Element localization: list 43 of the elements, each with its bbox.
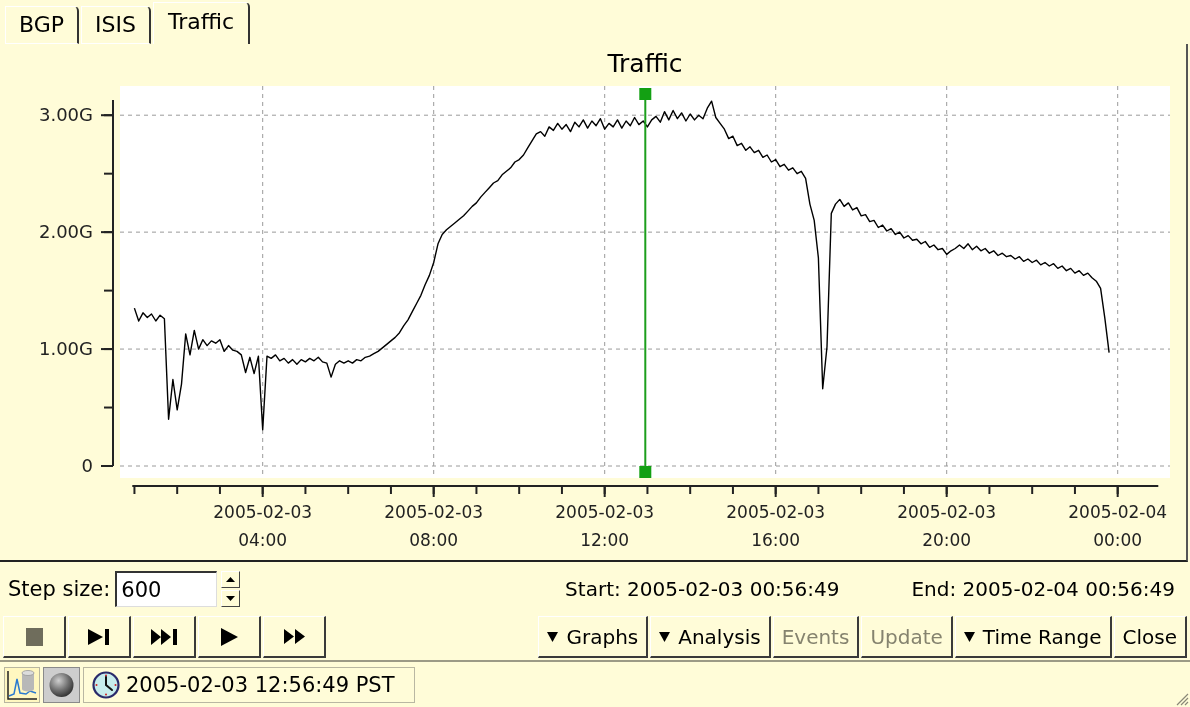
- fast-forward-button[interactable]: [263, 616, 326, 658]
- cursor-marker[interactable]: [639, 88, 652, 478]
- fast-forward-icon: [283, 629, 305, 644]
- caret-icon: [659, 631, 671, 642]
- spin-down-button[interactable]: [221, 590, 241, 607]
- chart-database-icon[interactable]: [4, 667, 40, 703]
- tab[interactable]: ISIS: [81, 6, 151, 44]
- double-step-forward-icon: [151, 628, 177, 645]
- y-tick-label: 3.00G: [38, 104, 93, 127]
- end-time-text: End: 2005-02-04 00:56:49: [911, 577, 1175, 601]
- x-tick-label: 2005-02-03 16:00: [725, 501, 827, 552]
- chart-title: Traffic: [607, 48, 683, 80]
- dropdown-button[interactable]: Time Range: [954, 616, 1112, 658]
- y-tick-label: 1.00G: [38, 338, 93, 361]
- multi-step-button[interactable]: [133, 616, 196, 658]
- down-triangle-icon: [226, 596, 236, 601]
- start-time-text: Start: 2005-02-03 00:56:49: [565, 577, 840, 601]
- dropdown-button[interactable]: Graphs: [538, 616, 649, 658]
- step-button[interactable]: [68, 616, 131, 658]
- step-size-label: Step size:: [8, 577, 111, 601]
- spin-up-button[interactable]: [221, 571, 241, 588]
- resize-grip-icon[interactable]: [1176, 693, 1189, 706]
- step-forward-icon: [88, 628, 110, 645]
- play-icon: [220, 627, 238, 646]
- x-tick-label: 2005-02-04 00:00: [1067, 501, 1169, 552]
- x-tick-label: 2005-02-03 04:00: [212, 501, 314, 552]
- x-tick-label: 2005-02-03 08:00: [383, 501, 485, 552]
- up-triangle-icon: [226, 577, 236, 582]
- play-button[interactable]: [198, 616, 261, 658]
- caret-icon: [547, 631, 559, 642]
- step-size-field[interactable]: 600: [115, 571, 218, 607]
- tab[interactable]: BGP: [5, 6, 80, 44]
- dropdown-button[interactable]: Analysis: [650, 616, 771, 658]
- action-button[interactable]: Close: [1113, 616, 1187, 658]
- tab[interactable]: Traffic: [152, 2, 251, 44]
- y-tick-label: 2.00G: [38, 221, 93, 244]
- x-tick-label: 2005-02-03 20:00: [896, 501, 998, 552]
- clock-icon: [92, 671, 120, 699]
- stop-icon: [25, 627, 43, 646]
- y-tick-label: 0: [81, 455, 93, 477]
- caret-icon: [963, 631, 975, 642]
- status-time-text: 2005-02-03 12:56:49 PST: [126, 673, 395, 697]
- x-tick-label: 2005-02-03 12:00: [554, 501, 656, 552]
